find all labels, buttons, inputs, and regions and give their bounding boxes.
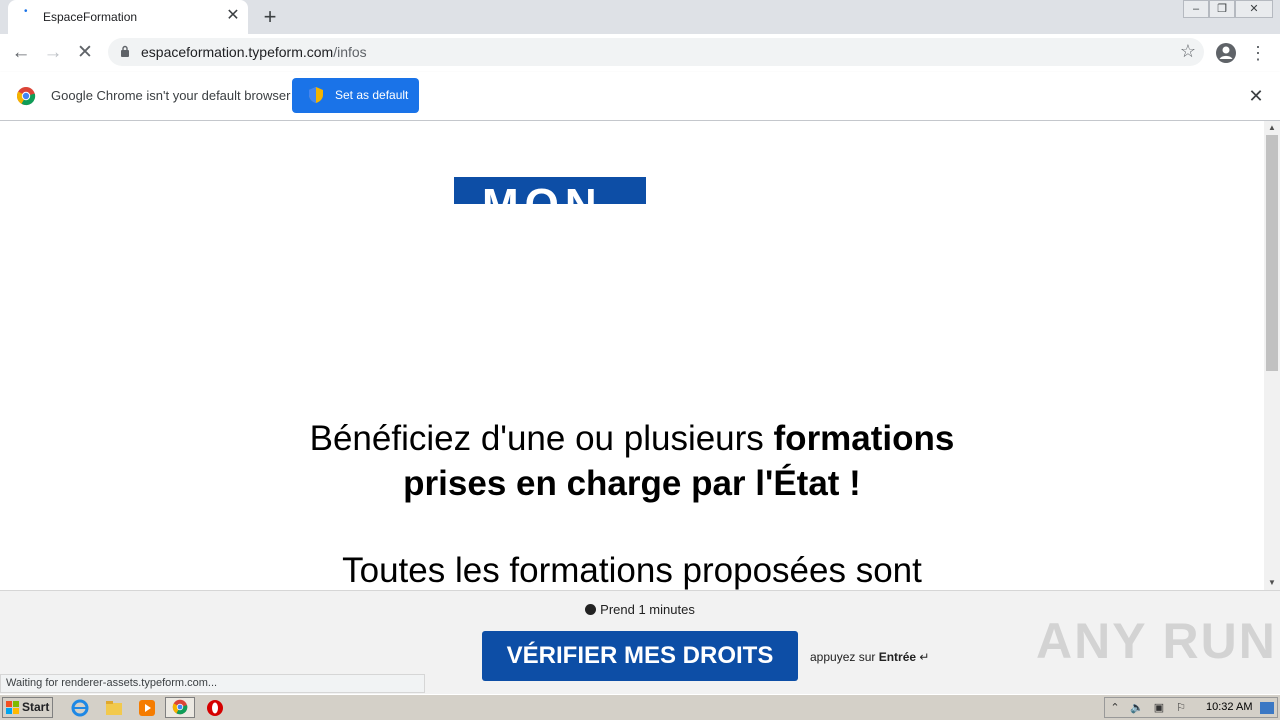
scroll-down-icon[interactable]: ▼ — [1264, 576, 1280, 590]
infobar-close-icon[interactable]: ✕ — [1246, 85, 1266, 107]
minimize-button[interactable]: – — [1183, 0, 1209, 18]
page-headline: Bénéficiez d'une ou plusieurs formations… — [0, 416, 1264, 506]
bookmark-star-icon[interactable]: ☆ — [1180, 41, 1196, 62]
show-desktop-icon[interactable] — [1260, 702, 1274, 714]
windows-taskbar: Start ⌃ 🔈 ▣ ⚐ 10:32 AM — [0, 694, 1280, 720]
scroll-thumb[interactable] — [1266, 135, 1278, 371]
stop-loading-icon[interactable]: ✕ — [72, 40, 98, 66]
opera-icon[interactable] — [205, 698, 225, 718]
tab-title: EspaceFormation — [43, 10, 138, 24]
tab-strip: • EspaceFormation ✕ + – ❐ ✕ — [0, 0, 1280, 34]
brand-logo: MON — [454, 177, 646, 204]
duration-text: Prend 1 minutes — [600, 602, 695, 617]
clock-icon — [585, 604, 597, 615]
start-label: Start — [22, 700, 50, 714]
headline-bold-1: formations — [773, 419, 955, 458]
scroll-up-icon[interactable]: ▲ — [1264, 121, 1280, 135]
restore-button[interactable]: ❐ — [1209, 0, 1235, 18]
anyrun-watermark: ANY RUN — [1036, 613, 1277, 669]
forward-icon[interactable]: → — [40, 40, 66, 66]
loading-favicon-icon: • — [24, 6, 28, 17]
logo-text: MON — [482, 183, 603, 205]
set-as-default-label: Set as default — [335, 88, 409, 102]
volume-icon[interactable]: 🔈 — [1129, 700, 1145, 716]
chrome-menu-icon[interactable]: ⋮ — [1249, 41, 1267, 65]
enter-hint-key: Entrée — [878, 650, 917, 664]
headline-bold-2: prises en charge par l'État ! — [403, 464, 861, 503]
enter-hint: appuyez sur Entrée ↵ — [810, 650, 929, 664]
chrome-taskbar-icon — [172, 699, 188, 715]
page-content: MON Bénéficiez d'une ou plusieurs format… — [0, 121, 1264, 590]
new-tab-button[interactable]: + — [258, 4, 282, 30]
start-button[interactable]: Start — [2, 697, 53, 718]
internet-explorer-icon[interactable] — [70, 698, 90, 718]
default-browser-infobar: Google Chrome isn't your default browser… — [0, 72, 1280, 121]
status-bubble: Waiting for renderer-assets.typeform.com… — [0, 674, 425, 693]
taskbar-clock[interactable]: 10:32 AM — [1206, 701, 1252, 713]
windows-logo-icon — [6, 701, 19, 714]
tab-espaceformation[interactable]: • EspaceFormation ✕ — [8, 0, 248, 34]
show-hidden-icons-icon[interactable]: ⌃ — [1107, 700, 1123, 716]
page-scrollbar[interactable]: ▲ ▼ — [1264, 121, 1280, 590]
tab-close-icon[interactable]: ✕ — [224, 6, 242, 26]
browser-toolbar: ← → ✕ espaceformation.typeform.com/infos… — [0, 34, 1280, 73]
chrome-logo-icon — [16, 87, 36, 106]
verify-rights-button[interactable]: VÉRIFIER MES DROITS — [482, 631, 798, 681]
address-bar[interactable]: espaceformation.typeform.com/infos ☆ — [108, 38, 1204, 66]
network-icon[interactable]: ▣ — [1151, 700, 1167, 716]
set-as-default-button[interactable]: Set as default — [292, 78, 419, 113]
lock-icon — [121, 45, 129, 57]
shield-icon — [309, 87, 323, 103]
headline-regular: Bénéficiez d'une ou plusieurs — [309, 419, 774, 458]
system-tray: ⌃ 🔈 ▣ ⚐ 10:32 AM — [1104, 697, 1278, 718]
chrome-taskbar-button[interactable] — [165, 697, 195, 718]
enter-hint-prefix: appuyez sur — [810, 650, 879, 664]
url-text: espaceformation.typeform.com/infos — [141, 44, 367, 60]
window-close-button[interactable]: ✕ — [1235, 0, 1273, 18]
enter-key-icon: ↵ — [919, 650, 930, 664]
media-player-icon[interactable] — [137, 698, 157, 718]
profile-icon[interactable] — [1215, 42, 1237, 64]
back-icon[interactable]: ← — [8, 40, 34, 66]
page-subline: Toutes les formations proposées sont — [342, 551, 922, 590]
file-explorer-icon[interactable] — [104, 698, 124, 718]
action-center-flag-icon[interactable]: ⚐ — [1173, 700, 1189, 716]
infobar-message: Google Chrome isn't your default browser — [51, 88, 291, 103]
